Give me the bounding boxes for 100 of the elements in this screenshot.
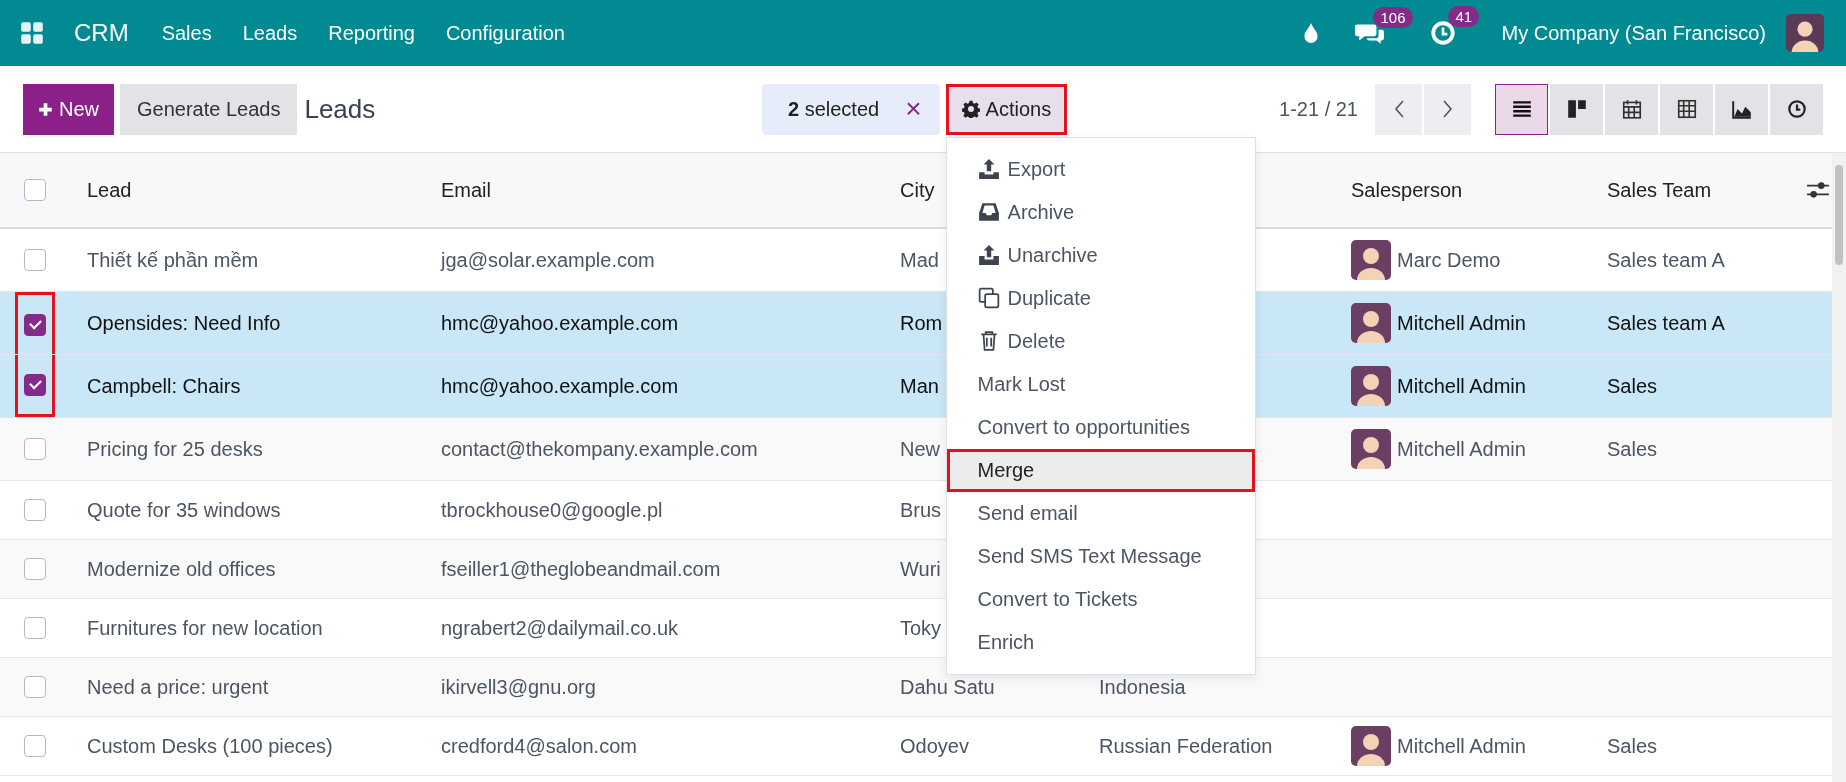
list-icon [1510,98,1533,120]
menu-option[interactable]: Convert to opportunities [946,405,1255,449]
row-checkbox[interactable] [24,373,46,396]
row-checkbox[interactable] [24,249,46,271]
selection-count: 2 selected [788,97,880,121]
row-checkbox[interactable] [24,438,46,460]
menu-option[interactable]: Duplicate [946,276,1255,320]
graph-icon [1730,98,1753,120]
column-header[interactable]: Email [441,178,491,202]
app-name[interactable]: CRM [74,19,129,47]
message-count-badge: 106 [1373,7,1413,28]
chevron-right-icon [1441,98,1454,120]
table-cell: Indonesia [1099,675,1186,699]
chevron-left-icon [1392,98,1405,120]
menu-option[interactable]: Convert to Tickets [946,577,1255,621]
calendar-icon [1620,98,1643,120]
table-cell: Mitchell Admin [1397,734,1526,758]
activity-icon [1785,98,1808,120]
calendar-view-button[interactable] [1605,83,1658,135]
user-avatar-icon [1351,240,1391,280]
menu-item[interactable]: Sales [161,21,212,45]
table-cell: Opensides: Need Info [87,311,281,335]
table-cell: Sales team A [1607,248,1725,272]
page-title: Leads [304,93,376,125]
table-cell: Brus [900,498,942,522]
menu-option[interactable]: Archive [946,190,1255,234]
column-header[interactable]: Salesperson [1351,178,1463,202]
menu-item[interactable]: Configuration [445,21,565,45]
clear-selection-button[interactable]: × [905,95,922,123]
table-cell: Toky [900,616,942,640]
plus-icon [38,101,53,117]
user-avatar-icon[interactable] [1786,14,1824,52]
table-cell: Sales team A [1607,311,1725,335]
table-cell: ngrabert2@dailymail.co.uk [441,616,679,640]
table-cell: Wuri [900,557,941,581]
menu-option[interactable]: Enrich [946,620,1255,664]
user-avatar-icon [1351,429,1391,469]
table-cell: Need a price: urgent [87,675,269,699]
row-checkbox[interactable] [24,313,46,336]
table-cell: Russian Federation [1099,734,1273,758]
kanban-view-button[interactable] [1550,83,1603,135]
user-avatar-icon [1351,366,1391,406]
menu-option[interactable]: Mark Lost [946,362,1255,406]
pivot-icon [1675,98,1698,120]
table-cell: hmc@yahoo.example.com [441,311,679,335]
kanban-icon [1565,98,1588,120]
table-cell: Campbell: Chairs [87,374,241,398]
pivot-view-button[interactable] [1660,83,1713,135]
table-cell: Odoyev [900,734,969,758]
row-checkbox[interactable] [24,499,46,521]
table-cell: Sales [1607,374,1658,398]
actions-button[interactable]: Actions [945,83,1068,135]
column-header[interactable]: Lead [87,178,132,202]
table-cell: Dahu Satu [900,675,995,699]
table-cell: Marc Demo [1397,248,1501,272]
table-cell: tbrockhouse0@google.pl [441,498,663,522]
apps-icon[interactable] [20,21,44,45]
table-cell: Furnitures for new location [87,616,323,640]
row-checkbox[interactable] [24,676,46,698]
menu-item[interactable]: Reporting [328,21,415,45]
table-cell: fseiller1@theglobeandmail.com [441,557,721,581]
menu-option[interactable]: Delete [946,319,1255,363]
table-cell: Mad [900,248,939,272]
select-all-checkbox[interactable] [24,179,46,201]
clock-icon[interactable] [1430,20,1457,46]
table-cell: Rom [900,311,943,335]
table-cell: Thiết kế phần mềm [87,248,259,272]
list-view-button[interactable] [1495,83,1548,135]
column-header[interactable]: Sales Team [1607,178,1712,202]
table-cell: Mitchell Admin [1397,311,1526,335]
settings-icon[interactable] [1806,179,1830,201]
menu-option[interactable]: Send SMS Text Message [946,534,1255,578]
table-cell: jga@solar.example.com [441,248,655,272]
row-checkbox[interactable] [24,558,46,580]
generate-leads-button[interactable]: Generate Leads [120,83,298,135]
chat-icon[interactable] [1355,21,1386,45]
upload-icon [977,244,1000,266]
company-name[interactable]: My Company (San Francisco) [1501,21,1766,45]
column-header[interactable]: City [900,178,935,202]
copy-icon [977,287,1000,309]
upload-icon [977,158,1000,180]
table-cell: Quote for 35 windows [87,498,281,522]
activity-view-button[interactable] [1770,83,1823,135]
user-avatar-icon [1351,726,1391,766]
drop-icon[interactable] [1303,22,1320,44]
menu-option[interactable]: Merge [946,448,1255,492]
table-cell: Custom Desks (100 pieces) [87,734,333,758]
inbox-icon [977,201,1000,223]
menu-option[interactable]: Unarchive [946,233,1255,277]
new-button[interactable]: New [23,83,114,135]
graph-view-button[interactable] [1715,83,1768,135]
row-checkbox[interactable] [24,617,46,639]
menu-option[interactable]: Export [946,147,1255,191]
row-checkbox[interactable] [24,735,46,757]
activity-count-badge: 41 [1448,6,1480,27]
menu-option[interactable]: Send email [946,491,1255,535]
table-cell: Modernize old offices [87,557,276,581]
menu-item[interactable]: Leads [242,21,298,45]
scrollbar[interactable] [1832,153,1846,782]
gear-icon [961,100,980,118]
